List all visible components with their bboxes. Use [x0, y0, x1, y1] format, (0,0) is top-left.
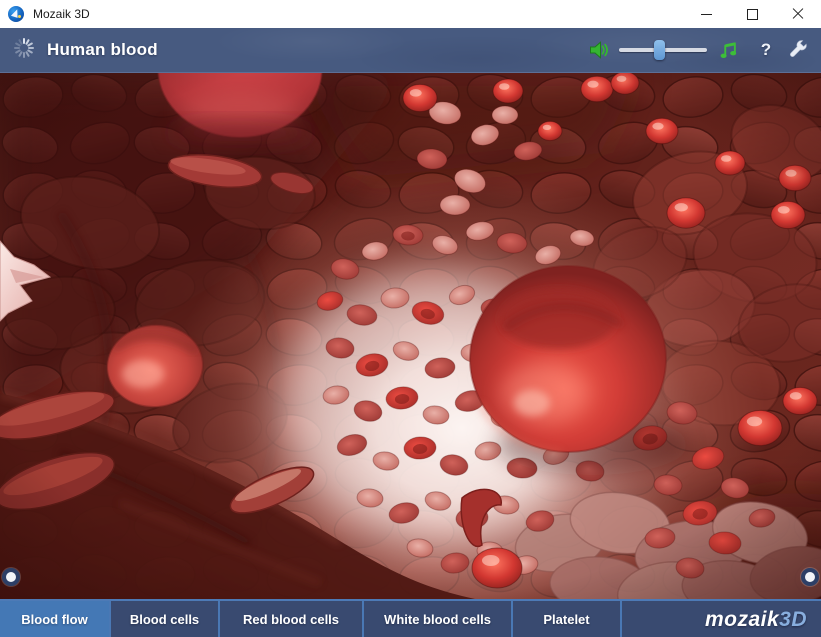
tab-bar: Blood flow Blood cells Red blood cells W… [0, 599, 821, 637]
spinner-icon [13, 37, 35, 64]
minimize-button[interactable] [683, 0, 729, 28]
scene-3d-blood-vessel[interactable] [0, 73, 821, 599]
titlebar[interactable]: Mozaik 3D [0, 0, 821, 28]
mozaik-app-icon [8, 6, 24, 22]
music-icon[interactable] [719, 40, 739, 60]
tab-platelet[interactable]: Platelet [513, 601, 622, 637]
tab-red-blood-cells[interactable]: Red blood cells [220, 601, 364, 637]
page-title: Human blood [47, 40, 158, 60]
scene-corner-button-left[interactable] [2, 568, 20, 586]
volume-slider-thumb[interactable] [654, 40, 665, 60]
blood-vessel-render [0, 73, 821, 599]
close-button[interactable] [775, 0, 821, 28]
window-title: Mozaik 3D [33, 7, 90, 21]
window-controls [683, 0, 821, 28]
volume-slider[interactable] [619, 40, 707, 60]
help-icon[interactable]: ? [753, 40, 779, 60]
mozaik3d-window: Mozaik 3D [0, 0, 821, 637]
mozaik3d-logo: mozaik3D [705, 608, 807, 632]
minimize-icon [701, 14, 712, 15]
maximize-button[interactable] [729, 0, 775, 28]
maximize-icon [747, 9, 758, 20]
tab-white-blood-cells[interactable]: White blood cells [364, 601, 513, 637]
close-icon [792, 8, 804, 20]
app-header: Human blood [0, 28, 821, 73]
settings-wrench-icon[interactable] [787, 39, 809, 61]
scene-corner-button-right[interactable] [801, 568, 819, 586]
volume-icon[interactable] [589, 40, 611, 60]
tab-blood-flow[interactable]: Blood flow [0, 601, 111, 637]
tab-blood-cells[interactable]: Blood cells [111, 601, 220, 637]
vignette [0, 73, 821, 599]
